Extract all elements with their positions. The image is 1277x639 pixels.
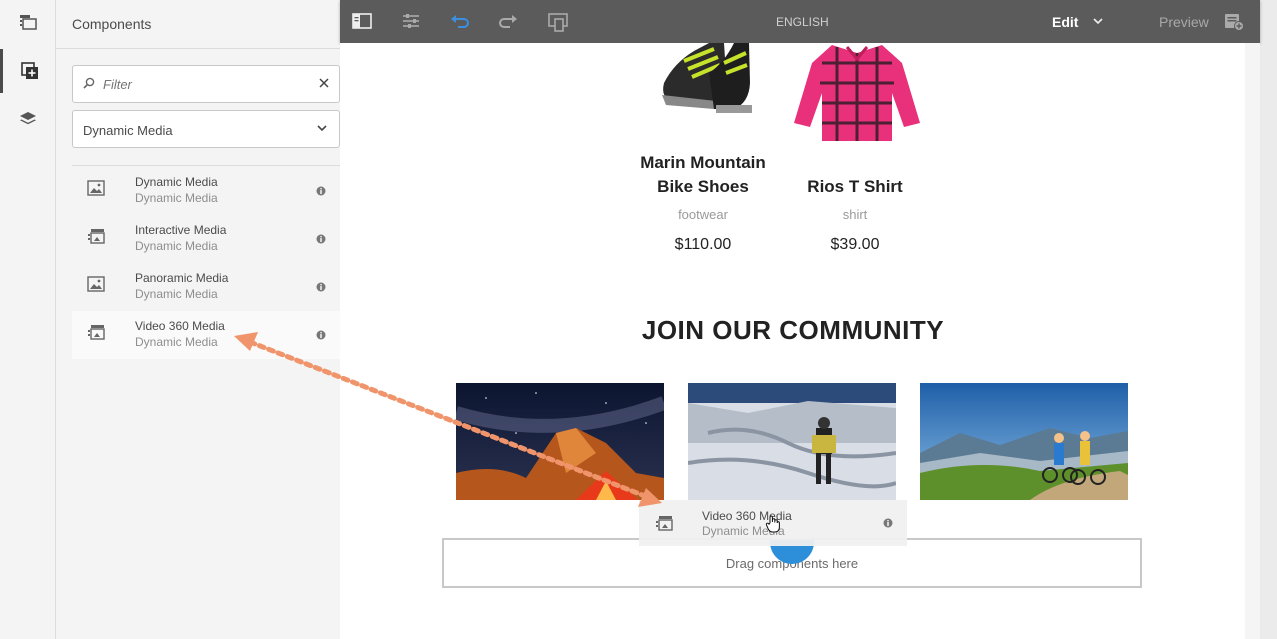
filter-input[interactable] bbox=[103, 74, 303, 94]
preview-button[interactable]: Preview bbox=[1159, 14, 1209, 30]
chevron-down-icon bbox=[317, 125, 327, 132]
divider bbox=[72, 165, 340, 166]
redo-icon[interactable] bbox=[498, 12, 518, 30]
page-properties-icon[interactable] bbox=[401, 12, 421, 30]
layers-icon bbox=[20, 112, 36, 125]
image-icon bbox=[87, 276, 105, 292]
search-icon bbox=[83, 77, 95, 89]
community-heading: JOIN OUR COMMUNITY bbox=[641, 315, 945, 345]
chevron-down-icon[interactable] bbox=[1093, 17, 1103, 25]
media-icon bbox=[656, 516, 673, 531]
side-rail bbox=[0, 0, 56, 639]
info-icon[interactable] bbox=[316, 234, 326, 244]
emulator-icon[interactable] bbox=[548, 12, 568, 32]
annotate-icon[interactable] bbox=[1224, 13, 1244, 31]
info-icon[interactable] bbox=[316, 330, 326, 340]
component-group-select[interactable]: Dynamic Media bbox=[72, 110, 340, 148]
close-icon[interactable] bbox=[319, 78, 329, 88]
mode-selector[interactable]: Edit bbox=[1052, 14, 1078, 30]
community-photo-camping[interactable] bbox=[456, 383, 664, 500]
panel-title: Components bbox=[72, 16, 152, 32]
product-price: $110.00 bbox=[674, 236, 732, 253]
filter-field[interactable] bbox=[72, 65, 340, 103]
community-photo-biking[interactable] bbox=[920, 383, 1128, 500]
component-name: Dynamic Media bbox=[135, 175, 218, 189]
content-tree-toggle-button[interactable] bbox=[0, 97, 56, 141]
community-photo-hiking[interactable] bbox=[688, 383, 896, 500]
component-name: Interactive Media bbox=[135, 223, 227, 237]
component-item-video-360-media[interactable]: Video 360 Media Dynamic Media bbox=[72, 311, 340, 359]
component-group: Dynamic Media bbox=[135, 335, 218, 349]
product-category: footwear bbox=[678, 207, 728, 222]
component-group: Dynamic Media bbox=[135, 239, 218, 253]
component-item-panoramic-media[interactable]: Panoramic Media Dynamic Media bbox=[72, 263, 340, 311]
info-icon[interactable] bbox=[316, 282, 326, 292]
scrollbar-track[interactable] bbox=[1245, 43, 1260, 639]
divider bbox=[56, 48, 340, 49]
components-toggle-button[interactable] bbox=[0, 49, 56, 93]
language-label: ENGLISH bbox=[776, 15, 829, 29]
product-category: shirt bbox=[842, 207, 868, 222]
product-image-shirt bbox=[794, 45, 920, 141]
grab-cursor-icon bbox=[765, 515, 780, 533]
component-item-interactive-media[interactable]: Interactive Media Dynamic Media bbox=[72, 215, 340, 263]
side-panel-toggle-icon[interactable] bbox=[352, 12, 372, 30]
assets-toggle-button[interactable] bbox=[0, 0, 56, 44]
product-image-shoes bbox=[662, 43, 752, 113]
component-group: Dynamic Media bbox=[135, 287, 218, 301]
component-item-dynamic-media[interactable]: Dynamic Media Dynamic Media bbox=[72, 167, 340, 215]
product-price: $39.00 bbox=[830, 236, 880, 253]
product-name[interactable]: Marin Mountain Bike Shoes bbox=[628, 151, 778, 199]
media-icon bbox=[88, 229, 105, 244]
editor-toolbar: ENGLISH Edit Preview bbox=[340, 0, 1260, 43]
undo-icon[interactable] bbox=[450, 12, 470, 30]
component-name: Video 360 Media bbox=[135, 319, 225, 333]
info-icon bbox=[883, 518, 893, 528]
media-stack-icon bbox=[20, 15, 37, 30]
image-icon bbox=[87, 180, 105, 196]
product-name[interactable]: Rios T Shirt bbox=[785, 175, 925, 199]
media-icon bbox=[88, 325, 105, 340]
components-panel: Components Dynamic Media Dynamic Media D… bbox=[56, 0, 340, 639]
info-icon[interactable] bbox=[316, 186, 326, 196]
component-group-value: Dynamic Media bbox=[83, 123, 173, 138]
component-name: Panoramic Media bbox=[135, 271, 229, 285]
add-component-icon bbox=[20, 62, 38, 79]
product-card[interactable]: Marin Mountain Bike Shoes footwear $110.… bbox=[628, 151, 778, 254]
component-group: Dynamic Media bbox=[135, 191, 218, 205]
product-card[interactable]: Rios T Shirt shirt $39.00 bbox=[785, 175, 925, 254]
